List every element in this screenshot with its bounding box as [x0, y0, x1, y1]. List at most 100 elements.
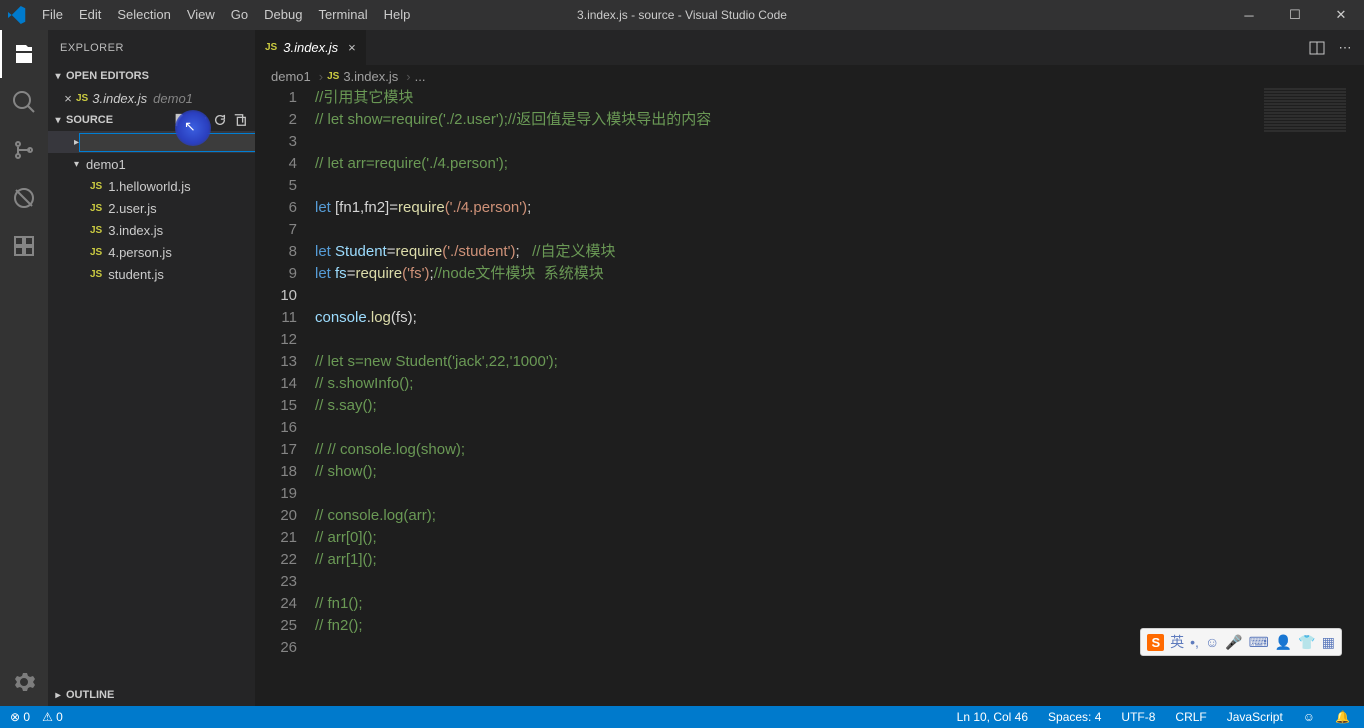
code-content[interactable]: //引用其它模块// let show=require('./2.user');…: [315, 87, 1364, 706]
new-folder-input[interactable]: [79, 133, 255, 152]
status-feedback-icon[interactable]: ☺: [1299, 710, 1319, 724]
menu-go[interactable]: Go: [223, 0, 256, 30]
menu-bar: File Edit Selection View Go Debug Termin…: [34, 0, 418, 30]
chevron-down-icon: ▾: [50, 71, 66, 82]
folder-name: demo1: [86, 157, 126, 172]
status-encoding[interactable]: UTF-8: [1117, 710, 1159, 724]
status-bar: ⊗ 0 ⚠ 0 Ln 10, Col 46 Spaces: 4 UTF-8 CR…: [0, 706, 1364, 728]
ime-toolbar[interactable]: S 英 •, ☺ 🎤 ⌨ 👤 👕 ▦: [1140, 628, 1342, 656]
js-icon: JS: [90, 225, 102, 236]
js-icon: JS: [90, 247, 102, 258]
chevron-right-icon: ›: [406, 69, 410, 84]
refresh-icon[interactable]: [211, 111, 229, 129]
ime-voice-icon[interactable]: 🎤: [1225, 634, 1242, 651]
file-row[interactable]: JS 2.user.js: [48, 197, 255, 219]
ime-user-icon[interactable]: 👤: [1275, 634, 1292, 651]
activity-search-icon[interactable]: [0, 78, 48, 126]
menu-debug[interactable]: Debug: [256, 0, 310, 30]
outline-header[interactable]: ▸ Outline: [48, 684, 255, 706]
menu-file[interactable]: File: [34, 0, 71, 30]
close-icon[interactable]: ×: [60, 91, 76, 106]
window-controls: ─ ☐ ✕: [1226, 0, 1364, 30]
file-name: 2.user.js: [108, 201, 156, 216]
new-folder-input-row[interactable]: ▸: [48, 131, 255, 153]
activity-bar: [0, 30, 48, 706]
js-icon: JS: [327, 71, 339, 82]
sidebar: Explorer ▾ Open Editors × JS 3.index.js …: [48, 30, 255, 706]
breadcrumb-file[interactable]: 3.index.js: [343, 69, 398, 84]
status-language[interactable]: JavaScript: [1223, 710, 1287, 724]
maximize-button[interactable]: ☐: [1272, 0, 1318, 30]
status-spaces[interactable]: Spaces: 4: [1044, 710, 1105, 724]
breadcrumb-folder[interactable]: demo1: [271, 69, 311, 84]
ime-lang[interactable]: 英: [1170, 632, 1184, 652]
file-tree: ▸ ▾ demo1 JS1.helloworld.js JS2.user.js …: [48, 131, 255, 684]
chevron-right-icon: ▸: [50, 690, 66, 701]
breadcrumb-symbol[interactable]: ...: [415, 69, 426, 84]
close-icon[interactable]: ×: [348, 40, 356, 55]
new-file-icon[interactable]: [171, 111, 189, 129]
close-button[interactable]: ✕: [1318, 0, 1364, 30]
js-icon: JS: [90, 181, 102, 192]
tab-3indexjs[interactable]: JS 3.index.js ×: [255, 30, 367, 65]
open-editor-filename: 3.index.js: [92, 91, 147, 106]
status-errors[interactable]: ⊗ 0: [6, 710, 34, 724]
menu-terminal[interactable]: Terminal: [310, 0, 375, 30]
split-editor-icon[interactable]: [1306, 37, 1328, 59]
open-editor-item[interactable]: × JS 3.index.js demo1: [48, 87, 255, 109]
chevron-down-icon: ▾: [74, 159, 86, 170]
menu-view[interactable]: View: [179, 0, 223, 30]
js-icon: JS: [90, 269, 102, 280]
status-warnings[interactable]: ⚠ 0: [38, 710, 67, 724]
status-ln-col[interactable]: Ln 10, Col 46: [953, 710, 1032, 724]
ime-emoji-icon[interactable]: ☺: [1205, 634, 1219, 650]
minimize-button[interactable]: ─: [1226, 0, 1272, 30]
chevron-down-icon: ▾: [50, 115, 66, 126]
folder-demo1[interactable]: ▾ demo1: [48, 153, 255, 175]
more-icon[interactable]: ⋯: [1334, 37, 1356, 59]
ime-toolbox-icon[interactable]: ▦: [1322, 634, 1335, 651]
file-name: student.js: [108, 267, 164, 282]
tab-actions: ⋯: [1306, 30, 1364, 65]
code-area[interactable]: 1234567891011121314151617181920212223242…: [255, 87, 1364, 706]
collapse-all-icon[interactable]: [231, 111, 249, 129]
outline-label: Outline: [66, 689, 114, 701]
vscode-logo-icon: [0, 6, 34, 24]
file-row[interactable]: JS3.index.js: [48, 219, 255, 241]
title-bar: File Edit Selection View Go Debug Termin…: [0, 0, 1364, 30]
line-gutter: 1234567891011121314151617181920212223242…: [255, 87, 315, 706]
ime-keyboard-icon[interactable]: ⌨: [1249, 634, 1269, 651]
new-folder-icon[interactable]: [191, 111, 209, 129]
menu-help[interactable]: Help: [376, 0, 419, 30]
open-editor-path: demo1: [153, 91, 193, 106]
activity-settings-icon[interactable]: [0, 658, 48, 706]
activity-extensions-icon[interactable]: [0, 222, 48, 270]
status-bell-icon[interactable]: 🔔: [1331, 710, 1354, 724]
menu-edit[interactable]: Edit: [71, 0, 109, 30]
minimap[interactable]: [1260, 87, 1350, 706]
window-title: 3.index.js - source - Visual Studio Code: [577, 8, 787, 22]
open-editors-label: Open Editors: [66, 70, 149, 82]
activity-explorer-icon[interactable]: [0, 30, 48, 78]
activity-scm-icon[interactable]: [0, 126, 48, 174]
js-icon: JS: [265, 42, 277, 53]
js-icon: JS: [90, 203, 102, 214]
ime-punct-icon[interactable]: •,: [1190, 634, 1199, 650]
file-row[interactable]: JS 1.helloworld.js: [48, 175, 255, 197]
activity-debug-icon[interactable]: [0, 174, 48, 222]
source-header[interactable]: ▾ Source: [48, 109, 255, 131]
breadcrumb[interactable]: demo1 › JS 3.index.js › ...: [255, 65, 1364, 87]
file-row[interactable]: JS4.person.js: [48, 241, 255, 263]
menu-selection[interactable]: Selection: [109, 0, 178, 30]
editor: JS 3.index.js × ⋯ demo1 › JS 3.index.js …: [255, 30, 1364, 706]
tab-bar: JS 3.index.js × ⋯: [255, 30, 1364, 65]
source-label: Source: [66, 114, 113, 126]
tab-label: 3.index.js: [283, 40, 338, 55]
status-eol[interactable]: CRLF: [1171, 710, 1210, 724]
ime-skin-icon[interactable]: 👕: [1298, 634, 1315, 651]
file-row[interactable]: JS student.js: [48, 263, 255, 285]
sidebar-title: Explorer: [48, 30, 255, 65]
ime-logo-icon: S: [1147, 634, 1164, 651]
file-name: 1.helloworld.js: [108, 179, 190, 194]
open-editors-header[interactable]: ▾ Open Editors: [48, 65, 255, 87]
